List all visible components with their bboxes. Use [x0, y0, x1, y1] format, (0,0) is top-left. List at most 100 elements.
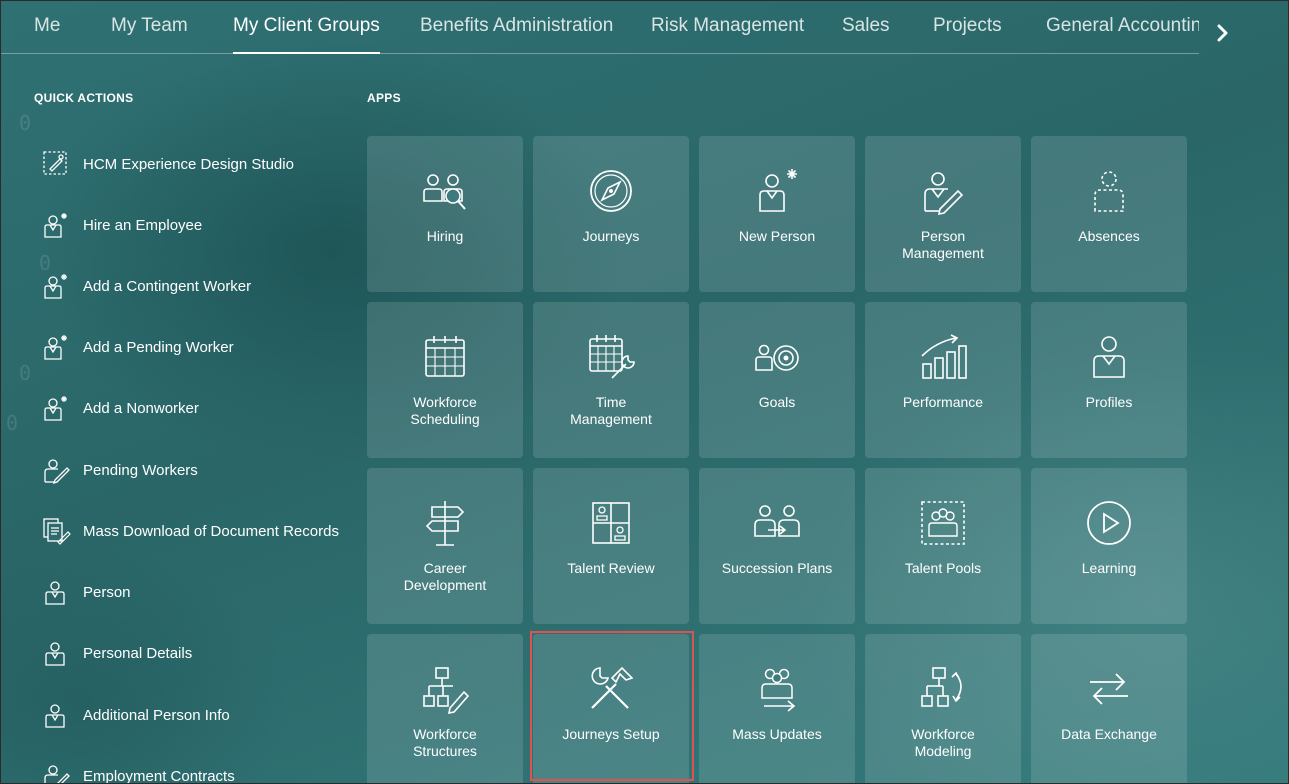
- talent-pools-icon: [921, 501, 965, 545]
- nav-next-button[interactable]: [1211, 19, 1235, 47]
- home-page: 0 0 0 0 Me My Team My Client Groups Bene…: [0, 0, 1289, 784]
- person-add-icon: [44, 274, 67, 299]
- data-exchange-icon: [1090, 673, 1128, 705]
- app-tile-talent-pools[interactable]: Talent Pools: [865, 468, 1021, 624]
- play-icon: [1087, 501, 1131, 545]
- app-tile-succession-plans[interactable]: Succession Plans: [699, 468, 855, 624]
- person-icon: [45, 704, 65, 728]
- tab-strip: Me My Team My Client Groups Benefits Adm…: [1, 1, 1199, 55]
- quick-action-mass-download-of-document-records[interactable]: Mass Download of Document Records: [41, 511, 361, 551]
- performance-chart-icon: [921, 334, 967, 379]
- app-tile-hiring[interactable]: Hiring: [367, 136, 523, 292]
- chevron-right-icon: [1217, 24, 1228, 42]
- person-add-icon: [44, 396, 67, 421]
- new-person-icon: [759, 169, 797, 212]
- org-chart-icon: [423, 667, 470, 715]
- app-tile-label: Succession Plans: [721, 560, 833, 576]
- tools-icon: [591, 666, 634, 709]
- app-tile-label: New Person: [738, 228, 816, 244]
- person-edit-icon: [44, 765, 70, 783]
- absence-icon: [1094, 171, 1124, 212]
- app-tile-learning[interactable]: Learning: [1031, 468, 1187, 624]
- app-tile-workforce-modeling[interactable]: Workforce Modeling: [865, 634, 1021, 783]
- app-tile-data-exchange[interactable]: Data Exchange: [1031, 634, 1187, 783]
- quick-action-add-a-contingent-worker[interactable]: Add a Contingent Worker: [41, 266, 361, 306]
- app-tile-journeys[interactable]: Journeys: [533, 136, 689, 292]
- tab-sales[interactable]: Sales: [842, 15, 890, 53]
- quick-action-label: Person: [83, 583, 131, 601]
- calendar-wrench-icon: [589, 335, 635, 379]
- app-tile-performance[interactable]: Performance: [865, 302, 1021, 458]
- person-icon: [45, 581, 65, 605]
- tab-me[interactable]: Me: [34, 15, 60, 53]
- app-tile-label: Workforce Structures: [413, 726, 477, 759]
- signpost-icon: [425, 501, 465, 546]
- talent-review-icon: [592, 502, 630, 544]
- app-tile-journeys-setup[interactable]: Journeys Setup: [533, 634, 689, 783]
- app-tile-label: Time Management: [570, 394, 652, 427]
- quick-action-add-a-pending-worker[interactable]: Add a Pending Worker: [41, 327, 361, 367]
- app-tile-person-management[interactable]: Person Management: [865, 136, 1021, 292]
- app-tile-label: Journeys Setup: [562, 726, 660, 742]
- nav-divider: [1, 53, 1199, 54]
- tab-general-accounting[interactable]: General Accounting: [1046, 15, 1199, 53]
- documents-icon: [43, 518, 71, 545]
- quick-action-hcm-experience-design-studio[interactable]: HCM Experience Design Studio: [41, 144, 361, 184]
- quick-action-additional-person-info[interactable]: Additional Person Info: [41, 695, 361, 735]
- app-tile-label: Profiles: [1085, 394, 1133, 410]
- quick-action-label: Pending Workers: [83, 461, 198, 479]
- quick-action-personal-details[interactable]: Personal Details: [41, 633, 361, 673]
- app-tile-profiles[interactable]: Profiles: [1031, 302, 1187, 458]
- quick-action-employment-contracts[interactable]: Employment Contracts: [41, 756, 361, 783]
- app-tile-talent-review[interactable]: Talent Review: [533, 468, 689, 624]
- quick-actions-heading: QUICK ACTIONS: [34, 91, 134, 105]
- profile-icon: [1093, 336, 1125, 378]
- app-tile-label: Person Management: [902, 228, 984, 261]
- app-tile-label: Talent Pools: [904, 560, 982, 576]
- person-edit-icon: [44, 459, 70, 485]
- app-tile-label: Workforce Modeling: [911, 726, 975, 759]
- app-tile-label: Hiring: [426, 228, 464, 244]
- app-tile-label: Mass Updates: [732, 726, 822, 742]
- quick-action-person[interactable]: Person: [41, 572, 361, 612]
- app-tile-workforce-scheduling[interactable]: Workforce Scheduling: [367, 302, 523, 458]
- person-icon: [45, 642, 65, 666]
- design-studio-icon: [43, 151, 67, 175]
- background-decoration: 0: [6, 411, 19, 435]
- hiring-icon: [423, 174, 466, 210]
- app-tile-mass-updates[interactable]: Mass Updates: [699, 634, 855, 783]
- app-tile-time-management[interactable]: Time Management: [533, 302, 689, 458]
- background-decoration: 0: [19, 111, 32, 135]
- tab-projects[interactable]: Projects: [933, 15, 1002, 53]
- quick-action-label: Additional Person Info: [83, 706, 230, 724]
- tab-risk-management[interactable]: Risk Management: [651, 15, 804, 53]
- app-tile-absences[interactable]: Absences: [1031, 136, 1187, 292]
- quick-action-hire-an-employee[interactable]: Hire an Employee: [41, 205, 361, 245]
- app-tile-label: Data Exchange: [1061, 726, 1157, 742]
- calendar-icon: [425, 336, 465, 377]
- person-add-icon: [44, 335, 67, 360]
- quick-action-label: HCM Experience Design Studio: [83, 155, 294, 173]
- app-tile-workforce-structures[interactable]: Workforce Structures: [367, 634, 523, 783]
- quick-action-label: Mass Download of Document Records: [83, 522, 339, 540]
- person-edit-icon: [924, 172, 964, 216]
- app-tile-label: Workforce Scheduling: [410, 394, 480, 427]
- mass-updates-icon: [761, 668, 796, 712]
- app-tile-label: Learning: [1081, 560, 1137, 576]
- quick-action-pending-workers[interactable]: Pending Workers: [41, 450, 361, 490]
- app-tile-goals[interactable]: Goals: [699, 302, 855, 458]
- tab-benefits-administration[interactable]: Benefits Administration: [420, 15, 613, 53]
- app-tile-label: Performance: [902, 394, 984, 410]
- app-tile-label: Talent Review: [567, 560, 655, 576]
- quick-action-label: Add a Contingent Worker: [83, 277, 252, 295]
- person-add-icon: [44, 213, 67, 238]
- quick-action-add-a-nonworker[interactable]: Add a Nonworker: [41, 388, 361, 428]
- top-navigation: Me My Team My Client Groups Benefits Adm…: [1, 1, 1288, 55]
- app-tile-label: Career Development: [403, 560, 487, 593]
- app-tile-new-person[interactable]: New Person: [699, 136, 855, 292]
- tab-my-team[interactable]: My Team: [111, 15, 188, 53]
- goals-icon: [755, 344, 799, 371]
- quick-action-label: Hire an Employee: [83, 216, 203, 234]
- app-tile-career-development[interactable]: Career Development: [367, 468, 523, 624]
- tab-my-client-groups[interactable]: My Client Groups: [233, 15, 380, 54]
